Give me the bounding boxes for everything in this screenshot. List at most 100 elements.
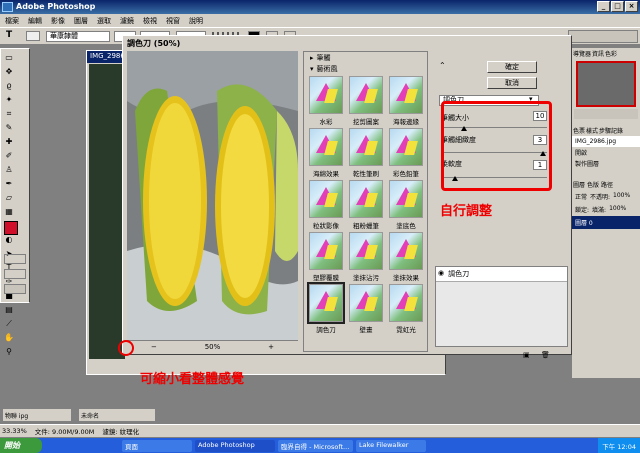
imageready-button[interactable] (4, 284, 26, 294)
history-item[interactable]: 製作圖層 (572, 158, 640, 169)
system-clock: 下午 12:04 (598, 438, 640, 453)
history-item[interactable]: 開啟 (572, 147, 640, 158)
layer-row[interactable]: 圖層 0 (572, 216, 640, 229)
menu-file[interactable]: 檔案 (5, 16, 19, 25)
navigator-tabs: 導覽器 資訊 色彩 (573, 51, 618, 58)
thumb-film-grain[interactable]: 粒狀影像 (307, 180, 345, 230)
navigator-preview[interactable] (576, 61, 636, 107)
new-effect-layer-icon[interactable]: ▣ (523, 351, 530, 359)
layers-tabs: 圖層 色版 路徑 (573, 182, 614, 189)
close-button[interactable]: × (625, 1, 638, 12)
type-tool-icon[interactable]: T (6, 30, 12, 40)
thumb-neon-glow[interactable]: 霓虹光 (387, 284, 425, 334)
thumb-sponge[interactable]: 海綿效果 (307, 128, 345, 178)
filter-gallery-dialog: 調色刀 (50%) − 50% + ▸ 筆觸 ▾ 藝術風 水彩 挖剪圖案 海報邊緣 … (122, 35, 572, 359)
blend-mode-select[interactable]: 正常 (575, 192, 587, 201)
delete-effect-layer-icon[interactable]: 🗑 (541, 351, 550, 359)
screen-mode-buttons[interactable] (4, 269, 26, 279)
menu-edit[interactable]: 編輯 (28, 16, 42, 25)
taskbar-item-desktop[interactable]: 頁面 (122, 439, 192, 452)
zoom-in-button[interactable]: + (268, 343, 274, 351)
zoom-tool-icon[interactable]: ⚲ (3, 346, 15, 358)
filter-preview[interactable] (127, 51, 298, 352)
dodge-tool-icon[interactable]: ◐ (3, 234, 15, 246)
thumb-smudge-stick[interactable]: 塗抹沾污 (347, 232, 385, 282)
menu-bar: 檔案 編輯 影像 圖層 選取 濾鏡 檢視 視窗 說明 (0, 14, 640, 27)
minimize-button[interactable]: _ (597, 1, 610, 12)
lasso-tool-icon[interactable]: ϱ (3, 80, 15, 92)
hand-tool-icon[interactable]: ✋ (3, 332, 15, 344)
palette-well[interactable] (568, 30, 638, 43)
menu-select[interactable]: 選取 (97, 16, 111, 25)
corn-preview-image (127, 51, 298, 341)
minimized-window[interactable]: 物聯 ipg (2, 408, 72, 422)
notes-tool-icon[interactable]: ▤ (3, 304, 15, 316)
cancel-button[interactable]: 取消 (487, 77, 537, 89)
gradient-tool-icon[interactable]: ▦ (3, 206, 15, 218)
thumb-rough-pastels[interactable]: 粗粉蠟筆 (347, 180, 385, 230)
eyedropper-icon[interactable]: ⟋ (3, 318, 15, 330)
start-button[interactable]: 開始 (0, 438, 42, 453)
ok-button[interactable]: 確定 (487, 61, 537, 73)
thumb-cutout[interactable]: 挖剪圖案 (347, 76, 385, 126)
thumb-dry-brush[interactable]: 乾性筆刷 (347, 128, 385, 178)
status-doc-size: 文件: 9.00M/9.00M (34, 428, 95, 436)
thumbnail-image (389, 284, 423, 322)
thumb-colored-pencil[interactable]: 彩色鉛筆 (387, 128, 425, 178)
taskbar-item-photoshop[interactable]: Adobe Photoshop (195, 439, 275, 452)
taskbar-item-browser[interactable]: 臨界自得 - Microsoft... (278, 439, 353, 452)
menu-layer[interactable]: 圖層 (74, 16, 88, 25)
history-snapshot[interactable]: IMG_2986.jpg (572, 136, 640, 147)
folder-brush-strokes[interactable]: ▸ 筆觸 (304, 52, 427, 63)
history-brush-icon[interactable]: ✒ (3, 178, 15, 190)
thumb-underpainting[interactable]: 塗底色 (387, 180, 425, 230)
fill-input[interactable]: 100% (609, 205, 626, 214)
status-zoom[interactable]: 33.33% (2, 427, 27, 435)
thumb-fresco[interactable]: 壁畫 (347, 284, 385, 334)
slice-tool-icon[interactable]: ✎ (3, 122, 15, 134)
thumb-palette-knife[interactable]: 調色刀 (307, 282, 345, 334)
minimized-window[interactable]: 未命名 (78, 408, 156, 422)
opacity-input[interactable]: 100% (613, 192, 630, 201)
taskbar-item-filewalker[interactable]: Lake Filewalker (356, 439, 426, 452)
fill-row: 鎖定: 填滿: 100% (575, 205, 627, 214)
marquee-tool-icon[interactable]: ▭ (3, 52, 15, 64)
highlight-box (441, 101, 552, 191)
eraser-tool-icon[interactable]: ▱ (3, 192, 15, 204)
stamp-tool-icon[interactable]: ♙ (3, 164, 15, 176)
thumb-paint-daubs[interactable]: 塗抹效果 (387, 232, 425, 282)
maximize-button[interactable]: □ (611, 1, 624, 12)
thumb-poster-edges[interactable]: 海報邊緣 (387, 76, 425, 126)
crop-tool-icon[interactable]: ⌗ (3, 108, 15, 120)
document-canvas[interactable] (89, 64, 125, 359)
thumbnail-image (389, 128, 423, 166)
menu-help[interactable]: 說明 (189, 16, 203, 25)
thumbnail-image (349, 76, 383, 114)
healing-brush-icon[interactable]: ✚ (3, 136, 15, 148)
thumbnail-image (349, 284, 383, 322)
menu-view[interactable]: 檢視 (143, 16, 157, 25)
zoom-out-button[interactable]: − (151, 343, 157, 351)
navigator-zoom-slider[interactable] (574, 109, 638, 119)
foreground-color-swatch[interactable] (4, 221, 18, 235)
brush-tool-icon[interactable]: ✐ (3, 150, 15, 162)
magic-wand-icon[interactable]: ✦ (3, 94, 15, 106)
menu-filter[interactable]: 濾鏡 (120, 16, 134, 25)
move-tool-icon[interactable]: ✥ (3, 66, 15, 78)
thumb-plastic-wrap[interactable]: 塑膠覆膜 (307, 232, 345, 282)
font-family-select[interactable]: 華康隸體 (46, 31, 110, 42)
thumb-watercolor[interactable]: 水彩 (307, 76, 345, 126)
effect-layer-item[interactable]: ◉ 調色刀 (436, 267, 567, 282)
photoshop-logo-icon (2, 2, 13, 12)
quick-mask-buttons[interactable] (4, 254, 26, 264)
visibility-eye-icon[interactable]: ◉ (438, 269, 444, 279)
status-message: 濾鏡: 紋理化 (102, 428, 140, 436)
zoom-circle-annotation (118, 340, 134, 356)
zoom-level[interactable]: 50% (205, 343, 221, 351)
text-orientation-button[interactable] (26, 31, 40, 41)
right-palettes: 導覽器 資訊 色彩 色票 樣式 步驟記錄 IMG_2986.jpg 開啟 製作圖層 圖層… (572, 48, 640, 378)
collapse-gallery-icon[interactable]: ⌃ (439, 61, 446, 70)
folder-artistic[interactable]: ▾ 藝術風 (304, 63, 427, 74)
menu-image[interactable]: 影像 (51, 16, 65, 25)
menu-window[interactable]: 視窗 (166, 16, 180, 25)
